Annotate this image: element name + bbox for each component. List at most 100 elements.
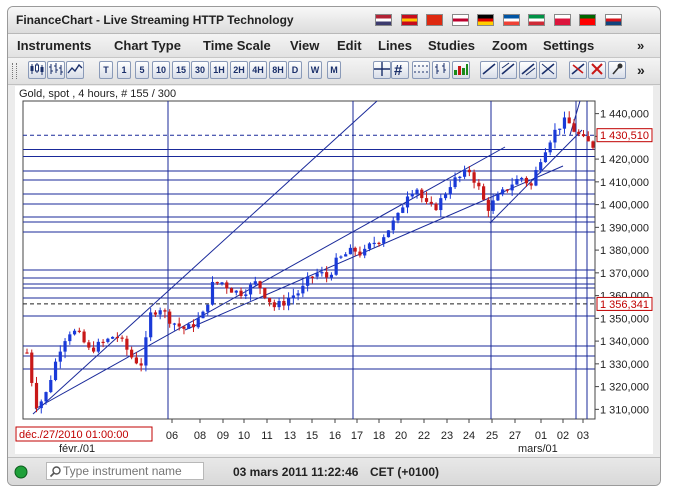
grid-icon[interactable]: # xyxy=(391,61,409,79)
app-window: FinanceChart - Live Streaming HTTP Techn… xyxy=(7,6,661,486)
candle-down xyxy=(353,247,357,252)
flag-spain-icon[interactable] xyxy=(400,14,418,26)
toolbar-more-button[interactable]: » xyxy=(637,62,645,78)
ohlc-icon[interactable] xyxy=(432,61,450,79)
candle-down xyxy=(424,198,429,202)
candle-down xyxy=(467,169,471,173)
flag-czech-icon[interactable] xyxy=(604,14,622,26)
candle-up xyxy=(206,304,210,312)
candle-up xyxy=(58,351,62,362)
draw-line-2-icon[interactable] xyxy=(499,61,517,79)
status-datetime: 03 mars 2011 11:22:46 xyxy=(233,465,359,479)
period-30-button[interactable]: 30 xyxy=(191,61,209,79)
flag-germany-icon[interactable] xyxy=(477,14,494,26)
candle-up xyxy=(391,220,395,231)
candle-down xyxy=(25,352,29,354)
volume-icon[interactable] xyxy=(452,61,470,79)
instrument-search[interactable] xyxy=(46,462,204,480)
candle-up xyxy=(144,337,148,366)
period-w-button[interactable]: W xyxy=(308,61,322,79)
candle-down xyxy=(524,177,529,184)
search-input[interactable] xyxy=(63,463,201,479)
candle-down xyxy=(125,338,129,350)
candle-down xyxy=(182,326,186,329)
candle-up xyxy=(558,128,562,130)
pin-icon[interactable] xyxy=(608,61,626,79)
candle-up xyxy=(72,330,77,335)
candle-up xyxy=(158,310,162,315)
candle-down xyxy=(272,302,276,308)
flag-japan-icon[interactable] xyxy=(451,14,469,26)
candle-down xyxy=(258,281,262,289)
bar-chart-icon[interactable] xyxy=(47,61,65,79)
draw-line-1-icon[interactable] xyxy=(480,61,498,79)
flag-us-icon[interactable] xyxy=(375,14,392,26)
reference-price-label: 1 356,341 xyxy=(600,299,649,311)
time-tick-label: 11 xyxy=(261,430,272,442)
candle-up xyxy=(520,177,524,180)
menu-lines[interactable]: Lines xyxy=(378,38,412,53)
draw-line-4-icon[interactable] xyxy=(539,61,557,79)
candle-down xyxy=(310,276,314,278)
candle-down xyxy=(482,186,486,200)
flag-france-icon[interactable] xyxy=(502,14,520,26)
candle-down xyxy=(581,134,586,137)
flag-portugal-icon[interactable] xyxy=(579,14,596,26)
crosshair-icon[interactable] xyxy=(373,61,391,79)
connection-status-icon xyxy=(14,465,28,479)
period-m-button[interactable]: M xyxy=(327,61,341,79)
status-timezone: CET (+0100) xyxy=(370,465,440,479)
menu-more-button[interactable]: » xyxy=(637,38,644,53)
candle-down xyxy=(486,199,490,211)
period-1-button[interactable]: 1 xyxy=(117,61,131,79)
menu-zoom[interactable]: Zoom xyxy=(492,38,527,53)
time-tick-label: 23 xyxy=(441,430,453,442)
chart-panel[interactable]: 1 440,0001 430,0001 420,0001 410,0001 40… xyxy=(15,86,653,455)
candle-up xyxy=(210,281,215,305)
flag-china-icon[interactable] xyxy=(426,14,443,26)
candle-up xyxy=(149,312,153,338)
remove-lines-icon[interactable] xyxy=(569,61,587,79)
candle-up xyxy=(296,293,300,296)
period-8h-button[interactable]: 8H xyxy=(269,61,287,79)
price-tick-label: 1 440,000 xyxy=(600,109,649,121)
period-t-button[interactable]: T xyxy=(99,61,113,79)
menu-view[interactable]: View xyxy=(290,38,319,53)
menu-time-scale[interactable]: Time Scale xyxy=(203,38,271,53)
flag-poland-icon[interactable] xyxy=(553,14,571,26)
menu-instruments[interactable]: Instruments xyxy=(17,38,91,53)
candle-up xyxy=(548,142,552,153)
plot-area[interactable] xyxy=(22,100,596,420)
candle-up xyxy=(277,300,281,308)
candle-down xyxy=(30,352,34,383)
menu-edit[interactable]: Edit xyxy=(337,38,362,53)
candle-down xyxy=(325,272,329,278)
flag-italy-icon[interactable] xyxy=(528,14,545,26)
price-chart[interactable]: 1 440,0001 430,0001 420,0001 410,0001 40… xyxy=(15,86,653,455)
delete-icon[interactable] xyxy=(588,61,606,79)
period-2h-button[interactable]: 2H xyxy=(230,61,248,79)
period-d-button[interactable]: D xyxy=(288,61,302,79)
candle-up xyxy=(396,212,400,221)
time-tick-label: 18 xyxy=(373,430,385,442)
period-15-button[interactable]: 15 xyxy=(172,61,190,79)
period-4h-button[interactable]: 4H xyxy=(249,61,267,79)
dotted-line-icon[interactable] xyxy=(412,61,430,79)
candlestick-chart-icon[interactable] xyxy=(28,61,46,79)
candle-down xyxy=(239,290,243,296)
candle-down xyxy=(177,323,181,327)
price-tick-label: 1 400,000 xyxy=(600,200,649,212)
period-10-button[interactable]: 10 xyxy=(152,61,170,79)
menu-chart-type[interactable]: Chart Type xyxy=(114,38,181,53)
candle-up xyxy=(111,336,115,339)
menu-studies[interactable]: Studies xyxy=(428,38,475,53)
line-chart-icon[interactable] xyxy=(66,61,84,79)
period-5-button[interactable]: 5 xyxy=(135,61,149,79)
candle-up xyxy=(510,184,514,191)
candle-down xyxy=(263,288,267,298)
period-1h-button[interactable]: 1H xyxy=(210,61,228,79)
menu-settings[interactable]: Settings xyxy=(543,38,594,53)
draw-line-3-icon[interactable] xyxy=(519,61,537,79)
candle-up xyxy=(320,272,324,274)
window-title: FinanceChart - Live Streaming HTTP Techn… xyxy=(16,13,294,27)
